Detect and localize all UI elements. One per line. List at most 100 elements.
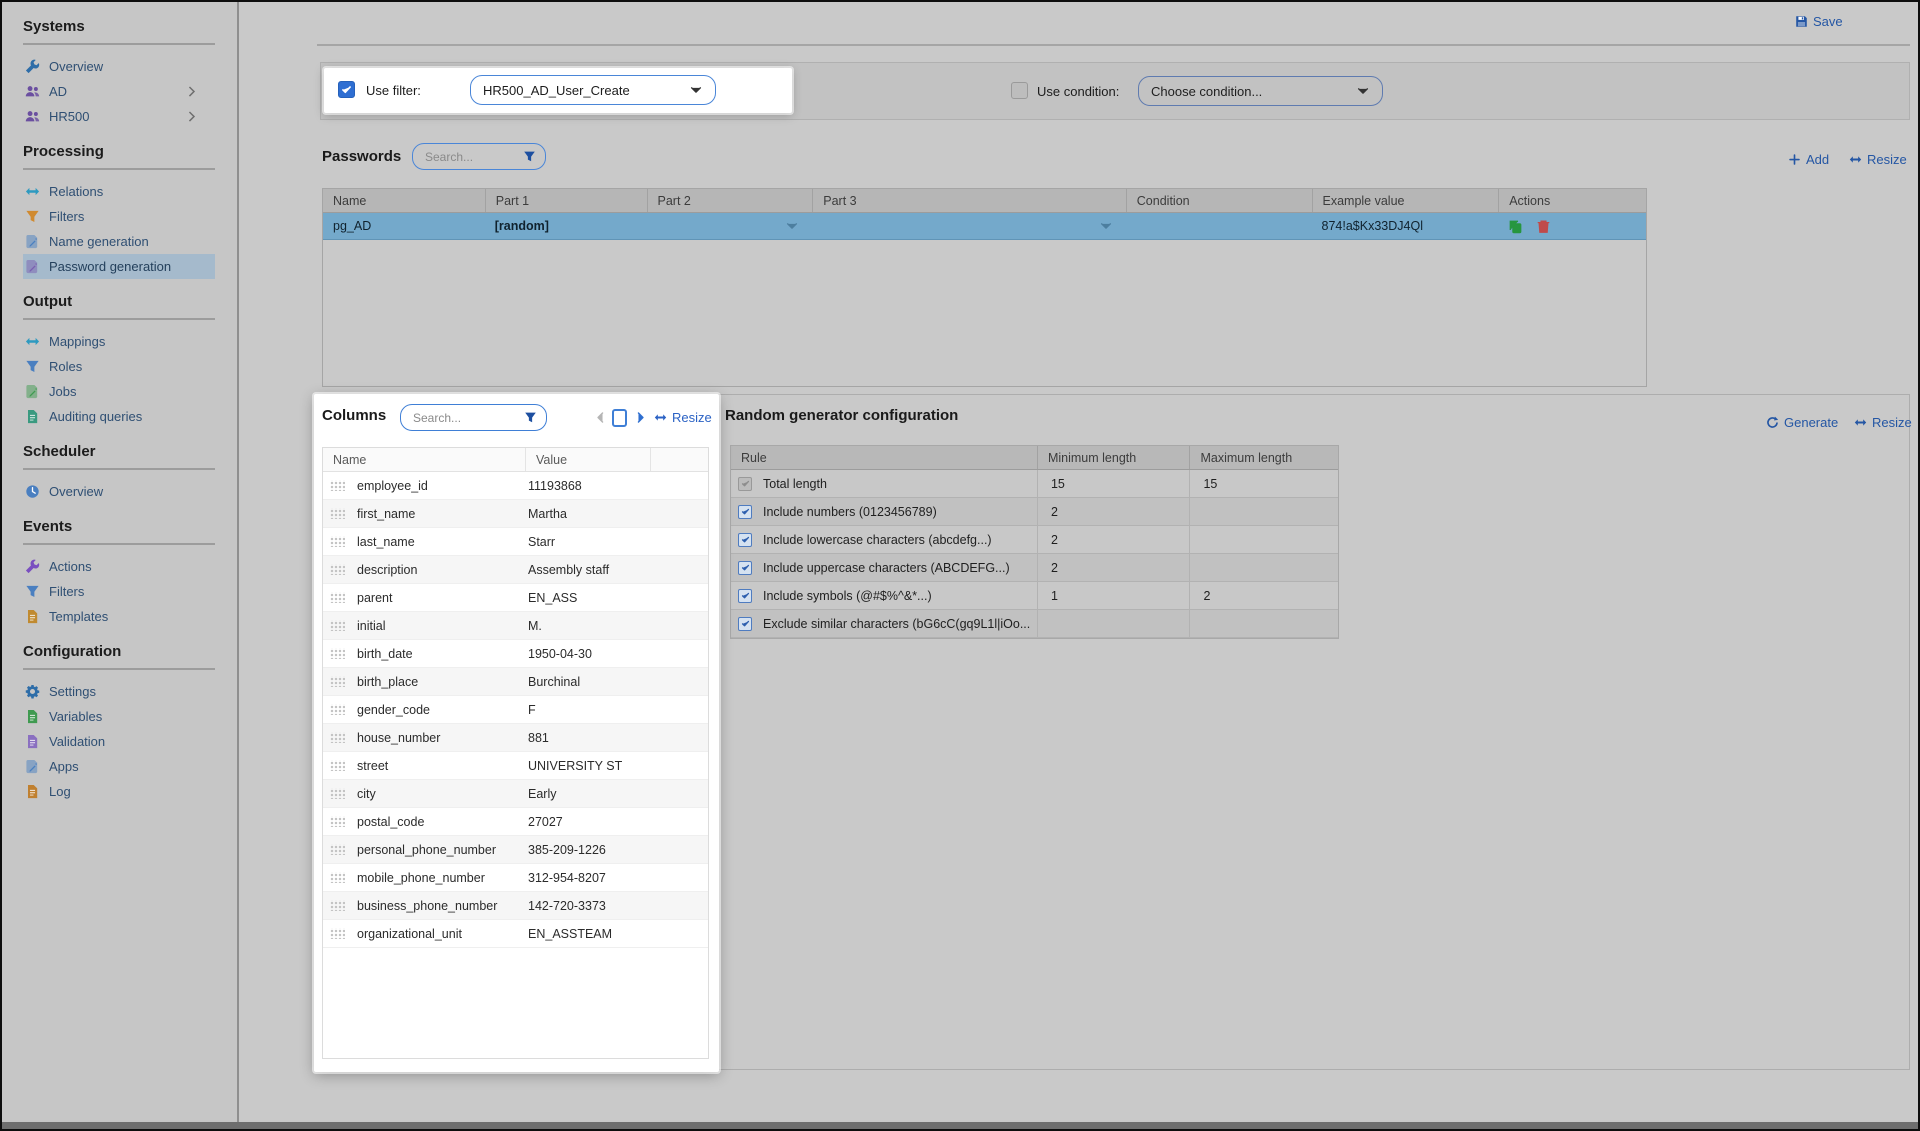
rule-row: Exclude similar characters (bG6cC(gq9L1l…	[731, 610, 1338, 638]
column-header-name: Name	[323, 448, 525, 471]
drag-handle-icon[interactable]	[330, 564, 345, 575]
filter-dropdown[interactable]: HR500_AD_User_Create	[470, 75, 716, 105]
column-row[interactable]: employee_id11193868	[323, 472, 708, 500]
column-row[interactable]: personal_phone_number385-209-1226	[323, 836, 708, 864]
sidebar-item-variables[interactable]: Variables	[23, 704, 215, 729]
drag-handle-icon[interactable]	[330, 900, 345, 911]
passwords-search[interactable]	[412, 143, 546, 170]
cell-minimum-length: 2	[1037, 498, 1190, 525]
cell-part2-dropdown[interactable]	[647, 213, 813, 239]
column-header-part-3: Part 3	[812, 189, 1126, 212]
password-row[interactable]: pg_AD[random]874!a$Kx33DJ4Ql	[323, 213, 1646, 240]
sidebar-item-jobs[interactable]: Jobs	[23, 379, 215, 404]
passwords-resize-button[interactable]: Resize	[1849, 152, 1907, 167]
sidebar-item-templates[interactable]: Templates	[23, 604, 215, 629]
generate-button[interactable]: Generate	[1766, 415, 1838, 430]
column-row[interactable]: descriptionAssembly staff	[323, 556, 708, 584]
sidebar-item-auditing-queries[interactable]: Auditing queries	[23, 404, 215, 429]
section-divider	[23, 468, 215, 470]
random-generator-resize-button[interactable]: Resize	[1854, 415, 1912, 430]
drag-handle-icon[interactable]	[330, 732, 345, 743]
drag-handle-icon[interactable]	[330, 648, 345, 659]
rule-checkbox[interactable]	[738, 617, 752, 631]
rule-checkbox[interactable]	[738, 505, 752, 519]
condition-dropdown[interactable]: Choose condition...	[1138, 76, 1383, 106]
sidebar-item-log[interactable]: Log	[23, 779, 215, 804]
column-row[interactable]: birth_date1950-04-30	[323, 640, 708, 668]
sidebar-item-password-generation[interactable]: Password generation	[23, 254, 215, 279]
column-header-part-2: Part 2	[647, 189, 813, 212]
sidebar-item-name-generation[interactable]: Name generation	[23, 229, 215, 254]
sidebar-item-actions[interactable]: Actions	[23, 554, 215, 579]
drag-handle-icon[interactable]	[330, 676, 345, 687]
column-row[interactable]: initialM.	[323, 612, 708, 640]
pagination-previous-icon[interactable]	[594, 411, 607, 424]
sidebar-item-roles[interactable]: Roles	[23, 354, 215, 379]
cell-value: EN_ASS	[517, 591, 642, 605]
column-row[interactable]: mobile_phone_number312-954-8207	[323, 864, 708, 892]
column-row[interactable]: birth_placeBurchinal	[323, 668, 708, 696]
drag-handle-icon[interactable]	[330, 872, 345, 883]
sidebar-item-filters[interactable]: Filters	[23, 579, 215, 604]
use-condition-checkbox[interactable]	[1011, 82, 1028, 99]
column-row[interactable]: streetUNIVERSITY ST	[323, 752, 708, 780]
drag-handle-icon[interactable]	[330, 844, 345, 855]
sidebar-item-relations[interactable]: Relations	[23, 179, 215, 204]
top-divider	[317, 44, 1910, 46]
column-header-minimum-length: Minimum length	[1037, 446, 1190, 469]
use-filter-checkbox[interactable]	[338, 81, 355, 98]
drag-handle-icon[interactable]	[330, 788, 345, 799]
column-row[interactable]: gender_codeF	[323, 696, 708, 724]
column-row[interactable]: parentEN_ASS	[323, 584, 708, 612]
pagination-page-icon[interactable]	[612, 409, 627, 427]
cell-maximum-length	[1189, 610, 1338, 637]
passwords-search-input[interactable]	[423, 149, 517, 165]
sidebar-item-apps[interactable]: Apps	[23, 754, 215, 779]
drag-handle-icon[interactable]	[330, 620, 345, 631]
columns-search[interactable]	[400, 404, 547, 431]
column-row[interactable]: postal_code27027	[323, 808, 708, 836]
drag-handle-icon[interactable]	[330, 536, 345, 547]
sidebar-item-ad[interactable]: AD	[23, 79, 215, 104]
columns-search-input[interactable]	[411, 410, 518, 426]
column-row[interactable]: house_number881	[323, 724, 708, 752]
add-password-button[interactable]: Add	[1788, 152, 1829, 167]
search-funnel-icon[interactable]	[524, 411, 537, 424]
sidebar-item-label: Settings	[49, 684, 96, 699]
sidebar-item-filters[interactable]: Filters	[23, 204, 215, 229]
wrench-icon	[25, 59, 40, 74]
sidebar-item-overview[interactable]: Overview	[23, 479, 215, 504]
save-button[interactable]: Save	[1795, 14, 1843, 29]
pagination-next-icon[interactable]	[634, 411, 647, 424]
search-funnel-icon[interactable]	[523, 150, 536, 163]
rule-checkbox[interactable]	[738, 561, 752, 575]
drag-handle-icon[interactable]	[330, 928, 345, 939]
drag-handle-icon[interactable]	[330, 704, 345, 715]
cell-value: 881	[517, 731, 642, 745]
column-row[interactable]: last_nameStarr	[323, 528, 708, 556]
drag-handle-icon[interactable]	[330, 760, 345, 771]
drag-handle-icon[interactable]	[330, 592, 345, 603]
rule-checkbox[interactable]	[738, 589, 752, 603]
drag-handle-icon[interactable]	[330, 480, 345, 491]
column-row[interactable]: organizational_unitEN_ASSTEAM	[323, 920, 708, 948]
passwords-title: Passwords	[322, 148, 401, 165]
chevron-down-icon	[1356, 84, 1370, 98]
column-row[interactable]: business_phone_number142-720-3373	[323, 892, 708, 920]
cell-part3-dropdown[interactable]	[812, 213, 1126, 239]
drag-handle-icon[interactable]	[330, 508, 345, 519]
drag-handle-icon[interactable]	[330, 816, 345, 827]
rule-checkbox[interactable]	[738, 533, 752, 547]
sidebar-item-settings[interactable]: Settings	[23, 679, 215, 704]
sidebar-item-hr500[interactable]: HR500	[23, 104, 215, 129]
columns-resize-button[interactable]: Resize	[654, 410, 712, 425]
sidebar-item-validation[interactable]: Validation	[23, 729, 215, 754]
trash-icon[interactable]	[1536, 219, 1551, 234]
users-icon	[25, 109, 40, 124]
sidebar-item-overview[interactable]: Overview	[23, 54, 215, 79]
resize-icon	[1854, 416, 1867, 429]
copy-icon[interactable]	[1508, 219, 1523, 234]
column-row[interactable]: first_nameMartha	[323, 500, 708, 528]
sidebar-item-mappings[interactable]: Mappings	[23, 329, 215, 354]
column-row[interactable]: cityEarly	[323, 780, 708, 808]
